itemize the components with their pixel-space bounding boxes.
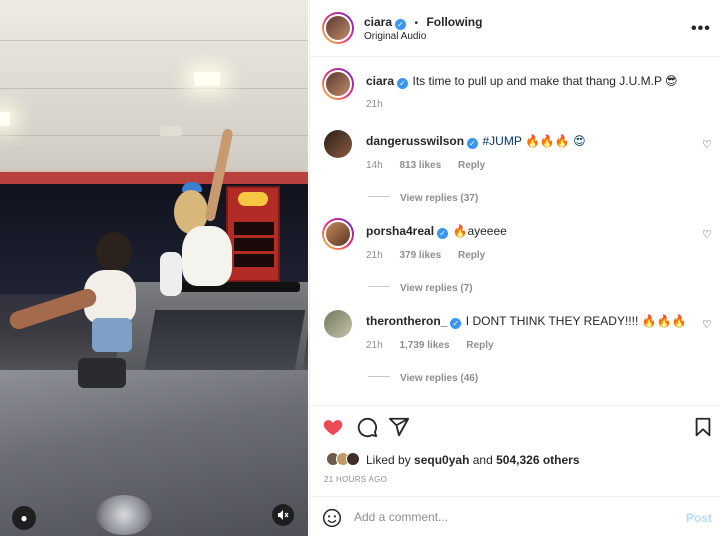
comment-time: 21h bbox=[366, 340, 383, 351]
caption-username[interactable]: ciara bbox=[366, 74, 394, 88]
comment-like-icon[interactable]: ♡ bbox=[702, 318, 712, 331]
comment-username[interactable]: dangerusswilson bbox=[366, 134, 464, 148]
comment-like-icon[interactable]: ♡ bbox=[702, 138, 712, 151]
view-replies-row[interactable]: View replies (46) bbox=[368, 368, 478, 386]
comment-item: porsha4real ✓ 🔥ayeeee bbox=[366, 222, 686, 240]
comment-avatar[interactable] bbox=[322, 218, 354, 250]
emoji-icon[interactable] bbox=[322, 508, 342, 528]
price-display bbox=[234, 222, 274, 235]
verified-badge-icon: ✓ bbox=[467, 138, 479, 149]
post-timestamp[interactable]: 21 HOURS AGO bbox=[324, 475, 387, 484]
mute-button[interactable] bbox=[272, 504, 294, 526]
caption-author-avatar[interactable] bbox=[322, 68, 354, 100]
ceiling-line bbox=[0, 40, 308, 41]
car-windshield bbox=[144, 310, 306, 370]
share-icon[interactable] bbox=[388, 416, 410, 438]
ceiling-light bbox=[194, 72, 220, 86]
speaker-muted-icon bbox=[278, 510, 289, 520]
comment-time: 21h bbox=[366, 250, 383, 261]
caption-time: 21h bbox=[366, 99, 383, 110]
dancer-boot bbox=[160, 252, 182, 296]
liker-avatar bbox=[346, 452, 360, 466]
comment-text: #JUMP 🔥🔥🔥 😍 bbox=[482, 134, 586, 148]
post-comment-button[interactable]: Post bbox=[686, 511, 712, 525]
caption-text: Its time to pull up and make that thang … bbox=[412, 74, 678, 88]
verified-badge-icon: ✓ bbox=[397, 78, 409, 89]
car-headlight bbox=[96, 495, 152, 535]
view-replies-button[interactable]: View replies (37) bbox=[400, 193, 478, 204]
station-logo bbox=[238, 192, 268, 206]
view-replies-button[interactable]: View replies (46) bbox=[400, 373, 478, 384]
comment-meta: 21h 1,739 likes Reply bbox=[366, 340, 494, 351]
comment-box-divider bbox=[310, 496, 720, 497]
comment-meta: 14h 813 likes Reply bbox=[366, 160, 485, 171]
view-replies-row[interactable]: View replies (37) bbox=[368, 188, 478, 206]
post-media[interactable]: ● bbox=[0, 0, 308, 536]
reply-button[interactable]: Reply bbox=[458, 160, 485, 171]
reply-button[interactable]: Reply bbox=[466, 340, 493, 351]
liked-by-user[interactable]: sequ0yah bbox=[414, 453, 469, 467]
author-avatar[interactable] bbox=[322, 12, 354, 44]
dancer-body bbox=[182, 226, 232, 286]
replies-line bbox=[368, 286, 390, 288]
verified-badge-icon: ✓ bbox=[437, 228, 449, 239]
likes-summary: Liked by sequ0yah and 504,326 others bbox=[366, 453, 580, 467]
comment-username[interactable]: therontheron_ bbox=[366, 314, 447, 328]
dancer-shorts bbox=[92, 318, 132, 352]
header-divider bbox=[310, 56, 720, 57]
ceiling-line bbox=[0, 135, 308, 136]
comment-likes[interactable]: 1,739 likes bbox=[399, 340, 449, 351]
comment-item: therontheron_ ✓ I DONT THINK THEY READY!!… bbox=[366, 312, 696, 330]
comment-likes[interactable]: 379 likes bbox=[399, 250, 441, 261]
post-header: ciara ✓ • Following bbox=[364, 13, 482, 31]
comment-item: dangerusswilson ✓ #JUMP 🔥🔥🔥 😍 bbox=[366, 132, 686, 150]
dancer-head bbox=[96, 232, 132, 272]
actions-divider bbox=[310, 405, 720, 406]
verified-badge-icon: ✓ bbox=[450, 318, 462, 329]
comment-time: 14h bbox=[366, 160, 383, 171]
author-username[interactable]: ciara bbox=[364, 15, 392, 29]
header-separator: • bbox=[414, 18, 418, 29]
gas-price-sign bbox=[226, 186, 280, 282]
more-options-icon[interactable]: ••• bbox=[691, 20, 711, 38]
comment-avatar[interactable] bbox=[324, 310, 352, 338]
comment-meta: 21h 379 likes Reply bbox=[366, 250, 485, 261]
price-display bbox=[234, 254, 274, 267]
likes-prefix: Liked by bbox=[366, 453, 411, 467]
post-details-panel: ciara ✓ • Following Original Audio ••• ci… bbox=[309, 0, 720, 536]
replies-line bbox=[368, 196, 390, 198]
following-button[interactable]: Following bbox=[426, 15, 482, 29]
likes-connector: and bbox=[472, 453, 493, 467]
likes-others-count[interactable]: 504,326 others bbox=[496, 453, 579, 467]
verified-badge-icon: ✓ bbox=[395, 19, 407, 30]
ceiling-line bbox=[0, 88, 308, 89]
price-display bbox=[234, 238, 274, 251]
comment-icon[interactable] bbox=[356, 416, 378, 438]
comment-likes[interactable]: 813 likes bbox=[399, 160, 441, 171]
reply-button[interactable]: Reply bbox=[458, 250, 485, 261]
ceiling-light bbox=[0, 112, 10, 126]
comment-text: I DONT THINK THEY READY!!!! 🔥🔥🔥 bbox=[465, 314, 687, 328]
user-icon: ● bbox=[20, 511, 28, 525]
add-comment-input[interactable] bbox=[354, 510, 654, 524]
tagged-users-button[interactable]: ● bbox=[12, 506, 36, 530]
car-hood bbox=[0, 370, 308, 536]
comment-like-icon[interactable]: ♡ bbox=[702, 228, 712, 241]
car-mirror bbox=[78, 358, 126, 388]
comment-text: 🔥ayeeee bbox=[452, 224, 507, 238]
view-replies-row[interactable]: View replies (7) bbox=[368, 278, 473, 296]
canopy-edge bbox=[0, 172, 308, 184]
bookmark-icon[interactable] bbox=[692, 416, 714, 438]
comment-username[interactable]: porsha4real bbox=[366, 224, 434, 238]
view-replies-button[interactable]: View replies (7) bbox=[400, 283, 473, 294]
comment-avatar[interactable] bbox=[324, 130, 352, 158]
ceiling-vent bbox=[160, 126, 182, 136]
caption: ciara ✓ Its time to pull up and make that… bbox=[366, 72, 706, 90]
audio-label[interactable]: Original Audio bbox=[364, 31, 426, 42]
replies-line bbox=[368, 376, 390, 378]
heart-icon[interactable] bbox=[322, 416, 344, 438]
